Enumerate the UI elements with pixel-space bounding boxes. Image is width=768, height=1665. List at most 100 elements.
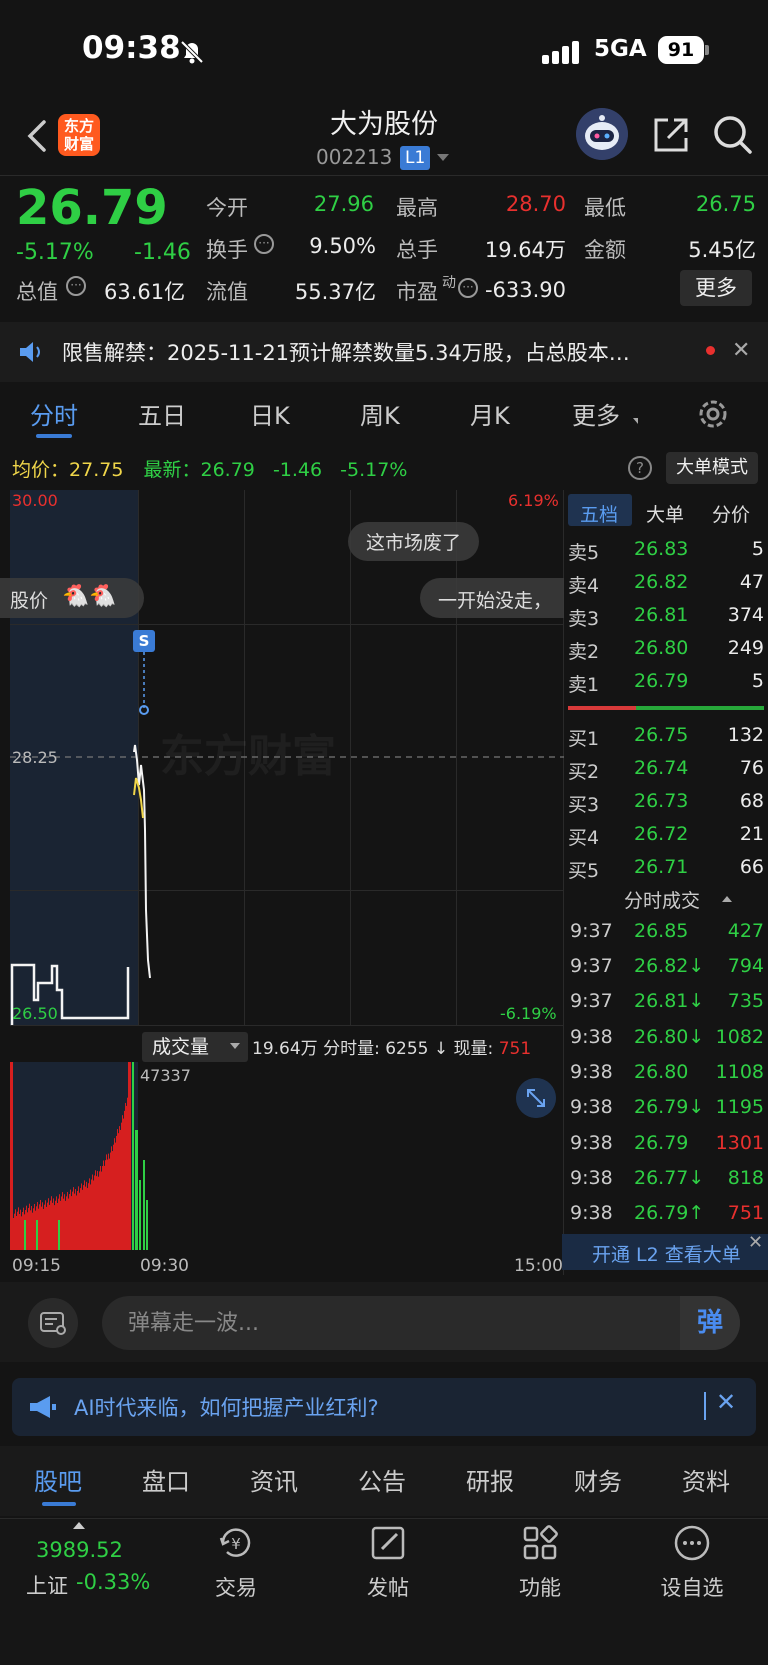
- volume-bar: [28, 1062, 29, 1250]
- volume-bar: [49, 1062, 50, 1250]
- index-name[interactable]: 上证: [26, 1570, 68, 1600]
- stock-code: 002213: [316, 145, 393, 169]
- grid-line: [10, 1025, 564, 1026]
- chevron-up-icon[interactable]: [722, 896, 732, 902]
- ai-banner-text[interactable]: AI时代来临，如何把握产业红利?: [74, 1392, 379, 1422]
- robot-assistant-icon[interactable]: [576, 108, 628, 160]
- volume-bar: [108, 1062, 109, 1250]
- volume-bar: [90, 1062, 91, 1250]
- send-danmu-button[interactable]: 弹: [680, 1296, 740, 1350]
- level-label: 卖5: [568, 542, 600, 564]
- index-pct[interactable]: -0.33%: [76, 1570, 150, 1594]
- sell-row[interactable]: 卖4 26.82 47: [568, 571, 764, 604]
- info-icon[interactable]: ···: [458, 278, 478, 298]
- chevron-down-icon[interactable]: [437, 154, 449, 161]
- volume-bar: [103, 1062, 104, 1250]
- notice-text[interactable]: 限售解禁：2025-11-21预计解禁数量5.34万股，占总股本…: [62, 337, 682, 367]
- sell-row[interactable]: 卖1 26.79 5: [568, 670, 764, 703]
- buy-row[interactable]: 买3 26.73 68: [568, 790, 764, 823]
- signal-badge[interactable]: S: [133, 630, 155, 652]
- pct-axis-top: 6.19%: [508, 491, 559, 510]
- buy-row[interactable]: 买5 26.71 66: [568, 856, 764, 889]
- level-label: 买4: [568, 827, 600, 849]
- tick-trades-title[interactable]: 分时成交: [624, 886, 700, 913]
- info-icon[interactable]: ···: [254, 234, 274, 254]
- buy-row[interactable]: 买1 26.75 132: [568, 724, 764, 757]
- close-icon[interactable]: ✕: [748, 1232, 763, 1253]
- buy-row[interactable]: 买2 26.74 76: [568, 757, 764, 790]
- close-icon[interactable]: ✕: [732, 338, 750, 363]
- tab-five-level[interactable]: 五档: [580, 500, 618, 527]
- l2-banner-text[interactable]: 开通 L2 查看大单: [592, 1240, 741, 1267]
- tick-row: 9:37 26.82↓ 794: [570, 955, 764, 977]
- nav-trade[interactable]: ¥ 交易: [196, 1524, 276, 1602]
- tab-research[interactable]: 研报: [466, 1462, 514, 1497]
- help-icon[interactable]: ?: [628, 456, 652, 480]
- level-badge[interactable]: L1: [400, 146, 431, 170]
- tab-fenshi[interactable]: 分时: [30, 396, 78, 431]
- high-value: 28.70: [505, 192, 566, 216]
- danmu-settings-icon[interactable]: [28, 1298, 78, 1348]
- volume-bar: [73, 1062, 74, 1250]
- info-icon[interactable]: ···: [66, 276, 86, 296]
- volume-bar: [100, 1062, 101, 1250]
- expand-icon[interactable]: [516, 1078, 556, 1118]
- gear-icon[interactable]: [696, 397, 730, 431]
- volume-bar: [92, 1062, 93, 1250]
- divider: [704, 1392, 706, 1420]
- level-volume: 21: [739, 823, 764, 845]
- tab-announcements[interactable]: 公告: [358, 1462, 406, 1497]
- nav-add-watchlist[interactable]: 设自选: [652, 1524, 732, 1602]
- volume-chart[interactable]: [10, 1062, 564, 1250]
- volume-bar: [44, 1062, 45, 1250]
- tab-daily-k[interactable]: 日K: [250, 396, 290, 431]
- volume-bar: [54, 1062, 55, 1250]
- search-icon[interactable]: [712, 114, 754, 156]
- big-order-mode-button[interactable]: 大单模式: [666, 452, 758, 484]
- volume-bar: [82, 1062, 83, 1250]
- nav-functions[interactable]: 功能: [500, 1524, 580, 1602]
- tab-price-dist[interactable]: 分价: [712, 500, 750, 527]
- volume-bar: [98, 1062, 99, 1250]
- last-value: 26.79: [200, 459, 255, 481]
- last-pct: -5.17%: [340, 459, 408, 481]
- tab-profile[interactable]: 资料: [682, 1462, 730, 1497]
- index-value[interactable]: 3989.52: [36, 1538, 123, 1562]
- volume-bar: [123, 1062, 124, 1250]
- bell-muted-icon: [180, 40, 204, 64]
- tab-5day[interactable]: 五日: [138, 396, 186, 431]
- tab-guba[interactable]: 股吧: [34, 1462, 82, 1497]
- chevron-up-icon[interactable]: [73, 1522, 85, 1529]
- more-button[interactable]: 更多: [680, 270, 752, 306]
- volume-bar: [19, 1062, 20, 1250]
- tab-weekly-k[interactable]: 周K: [360, 396, 400, 431]
- sell-row[interactable]: 卖2 26.80 249: [568, 637, 764, 670]
- close-icon[interactable]: ✕: [716, 1388, 736, 1416]
- volume-bar: [128, 1062, 131, 1250]
- intraday-chart[interactable]: [10, 490, 564, 1025]
- tab-more[interactable]: 更多: [572, 396, 620, 431]
- tab-big-order[interactable]: 大单: [646, 500, 684, 527]
- danmu-bubble[interactable]: 一开始没走，: [420, 578, 564, 618]
- nav-post[interactable]: 发帖: [348, 1524, 428, 1602]
- tab-finance[interactable]: 财务: [574, 1462, 622, 1497]
- volume-bar: [110, 1062, 111, 1250]
- danmu-input[interactable]: [102, 1296, 740, 1350]
- share-icon[interactable]: [652, 116, 690, 154]
- buy-row[interactable]: 买4 26.72 21: [568, 823, 764, 856]
- sell-row[interactable]: 卖5 26.83 5: [568, 538, 764, 571]
- chevron-down-icon[interactable]: [230, 1043, 240, 1049]
- tab-news[interactable]: 资讯: [250, 1462, 298, 1497]
- danmu-bubble[interactable]: 这市场废了: [348, 522, 480, 561]
- volume-bar: [132, 1062, 134, 1250]
- danmu-bubble[interactable]: 股价 🐔🐔: [0, 578, 144, 618]
- volume-bar: [68, 1062, 69, 1250]
- tab-monthly-k[interactable]: 月K: [470, 396, 510, 431]
- level-volume: 132: [727, 724, 764, 746]
- tab-pankou[interactable]: 盘口: [142, 1462, 190, 1497]
- low-label: 最低: [584, 196, 626, 220]
- volume-bar: [135, 1130, 138, 1250]
- high-label: 最高: [396, 196, 438, 220]
- level-volume: 374: [727, 604, 764, 626]
- sell-row[interactable]: 卖3 26.81 374: [568, 604, 764, 637]
